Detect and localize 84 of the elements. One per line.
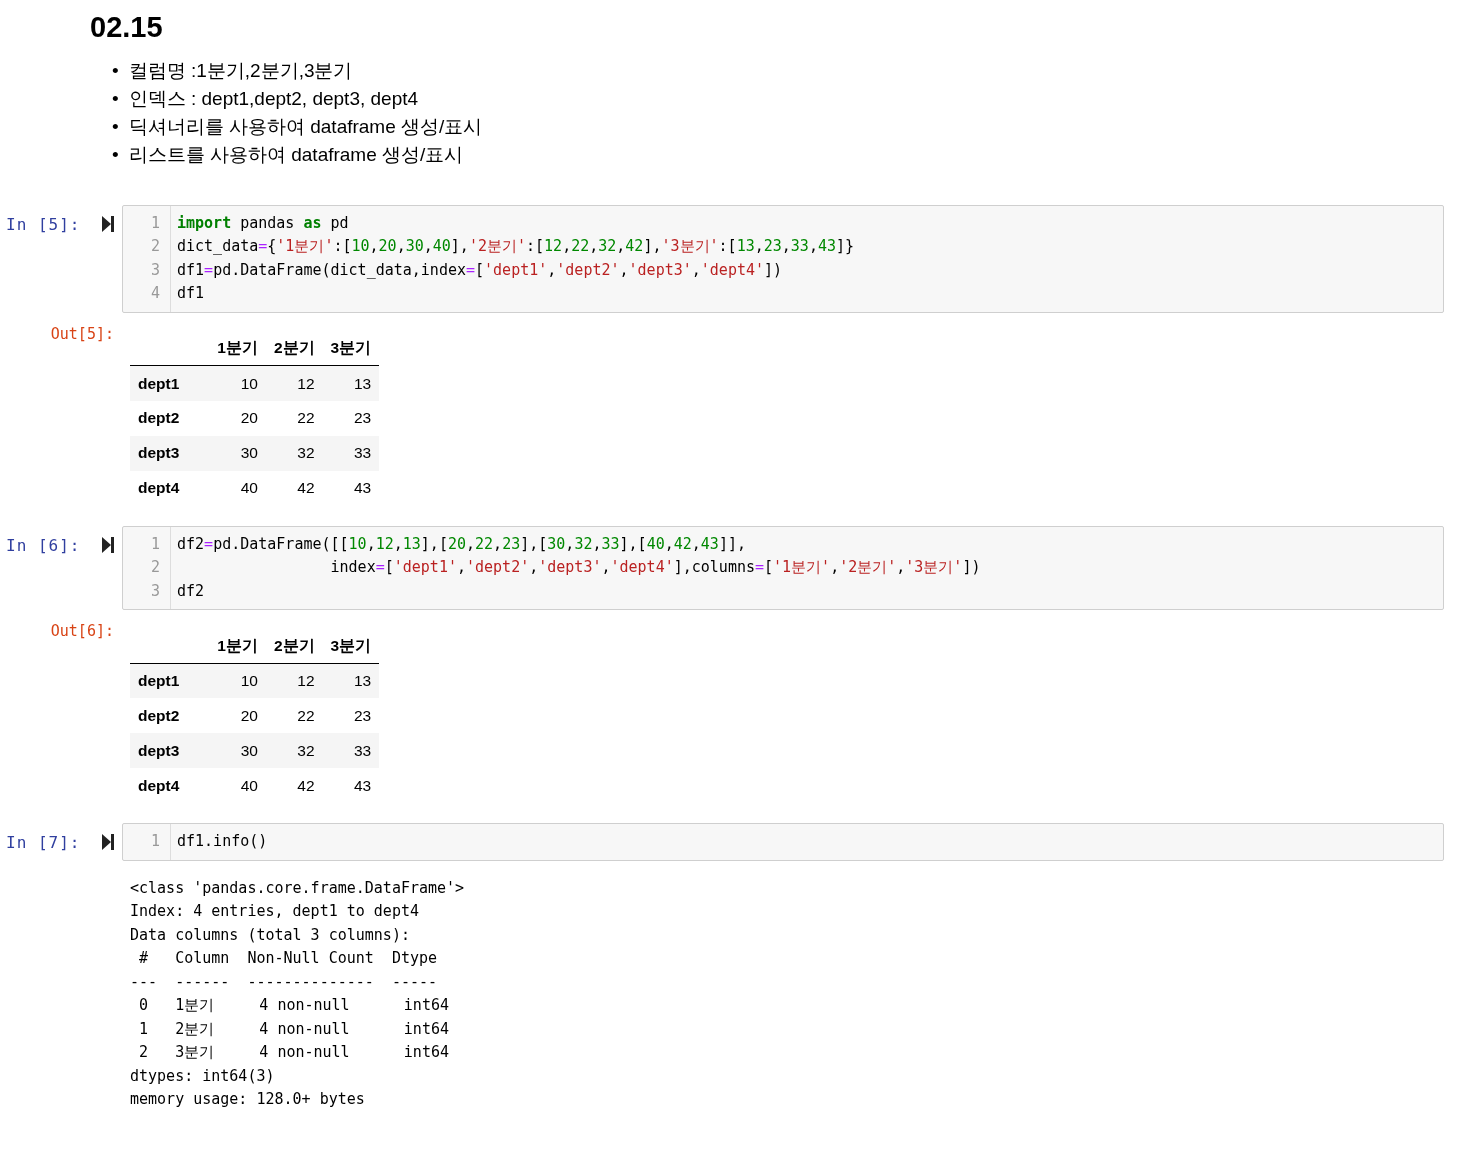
code-line: df2: [177, 580, 206, 602]
table-cell: 30: [209, 435, 266, 471]
line-number: 1: [149, 212, 160, 234]
bullet-item: 컬럼명 :1분기,2분기,3분기: [128, 58, 353, 83]
run-icon[interactable]: [102, 834, 114, 851]
column-header: 3분기: [322, 628, 380, 664]
code-line: dict_data={'1분기':[10,20,30,40],'2분기':[12,22,32,42],'3분기':[13,23,33,43]}: [177, 236, 855, 258]
code-line: df1=pd.DataFrame(dict_data,index=['dept1','dept2','dept3','dept4']): [177, 259, 784, 281]
output-line: memory usage: 128.0+ bytes: [130, 1089, 366, 1111]
bullet-marker: •: [112, 58, 119, 83]
output-prompt: Out[6]:: [50, 622, 114, 641]
table-cell: 22: [265, 400, 323, 436]
table-cell: 23: [322, 698, 380, 734]
table-cell: 12: [265, 663, 323, 699]
input-prompt: In [6]:: [6, 534, 81, 557]
code-line: import pandas as pd: [177, 212, 350, 234]
line-number: 1: [149, 831, 160, 853]
table-cell: 43: [322, 470, 380, 506]
row-index: dept3: [130, 733, 210, 769]
code-line: index=['dept1','dept2','dept3','dept4'],columns=['1분기','2분기','3분기']): [329, 557, 981, 579]
table-cell: 32: [265, 435, 323, 471]
output-line: 1 2분기 4 non-null int64: [138, 1018, 450, 1040]
row-index: dept2: [130, 400, 210, 436]
table-cell: 40: [209, 768, 266, 804]
code-line: df2=pd.DataFrame([[10,12,13],[20,22,23],[30,32,33],[40,42,43]],: [177, 533, 747, 555]
output-line: 2 3분기 4 non-null int64: [138, 1042, 450, 1064]
output-line: # Column Non-Null Count Dtype: [138, 948, 439, 970]
line-number: 1: [149, 533, 160, 555]
column-header: 3분기: [322, 330, 380, 366]
code-line: df1: [177, 283, 206, 305]
output-line: <class 'pandas.core.frame.DataFrame'>: [130, 877, 465, 899]
table-cell: 23: [322, 400, 380, 436]
row-index: dept1: [130, 663, 210, 699]
column-header: 2분기: [265, 628, 323, 664]
table-cell: 33: [322, 733, 380, 769]
code-line: df1.info(): [177, 831, 268, 853]
table-cell: 10: [209, 365, 266, 401]
code-editor[interactable]: 1 2 3 4 import pandas as pd dict_data={'1분기':[10,20,30,40],'2분기':[12,22,32,42],'3분기':[13,23,33,43]} df1=pd.DataFrame(dict_data,index=['dept1','dept2','dept3','dept4']) df1: [122, 204, 1444, 313]
bullet-item: 리스트를 사용하여 dataframe 생성/표시: [128, 142, 464, 167]
table-cell: 30: [209, 733, 266, 769]
table-cell: 43: [322, 768, 380, 804]
line-number: 3: [149, 580, 160, 602]
table-cell: 32: [265, 733, 323, 769]
table-cell: 12: [265, 365, 323, 401]
output-line: --- ------ -------------- -----: [130, 971, 439, 993]
line-number: 2: [149, 557, 160, 579]
output-line: dtypes: int64(3): [130, 1065, 276, 1087]
bullet-marker: •: [112, 86, 119, 111]
code-editor[interactable]: 1 df1.info(): [122, 823, 1444, 861]
table-cell: 22: [265, 698, 323, 734]
column-header: 1분기: [209, 330, 266, 366]
output-line: Data columns (total 3 columns):: [130, 924, 411, 946]
table-cell: 13: [322, 365, 380, 401]
bullet-marker: •: [112, 114, 119, 139]
run-icon[interactable]: [102, 215, 114, 232]
run-icon[interactable]: [102, 536, 114, 553]
output-prompt: Out[5]:: [50, 324, 114, 343]
input-prompt: In [5]:: [6, 213, 81, 236]
line-number: 2: [149, 236, 160, 258]
table-cell: 13: [322, 663, 380, 699]
table-cell: 42: [265, 768, 323, 804]
bullet-item: 딕셔너리를 사용하여 dataframe 생성/표시: [128, 114, 483, 139]
output-line: Index: 4 entries, dept1 to dept4: [130, 901, 420, 923]
table-cell: 10: [209, 663, 266, 699]
table-cell: 20: [209, 400, 266, 436]
table-cell: 20: [209, 698, 266, 734]
line-number: 3: [149, 259, 160, 281]
table-cell: 42: [265, 470, 323, 506]
row-index: dept4: [130, 768, 210, 804]
code-editor[interactable]: 1 2 3 df2=pd.DataFrame([[10,12,13],[20,22,23],[30,32,33],[40,42,43]], index=['dept1','dept2','dept3','dept4'],columns=['1분기','2분기','3분기']) df2: [122, 525, 1444, 611]
column-header: 1분기: [209, 628, 266, 664]
column-header: 2분기: [265, 330, 323, 366]
table-cell: 33: [322, 435, 380, 471]
bullet-marker: •: [112, 142, 119, 167]
row-index: dept4: [130, 470, 210, 506]
output-line: 0 1분기 4 non-null int64: [138, 995, 450, 1017]
heading: 02.15: [90, 10, 164, 45]
bullet-item: 인덱스 : dept1,dept2, dept3, dept4: [128, 86, 419, 111]
line-number: 4: [149, 283, 160, 305]
table-cell: 40: [209, 470, 266, 506]
row-index: dept3: [130, 435, 210, 471]
input-prompt: In [7]:: [6, 832, 81, 855]
row-index: dept2: [130, 698, 210, 734]
row-index: dept1: [130, 365, 210, 401]
